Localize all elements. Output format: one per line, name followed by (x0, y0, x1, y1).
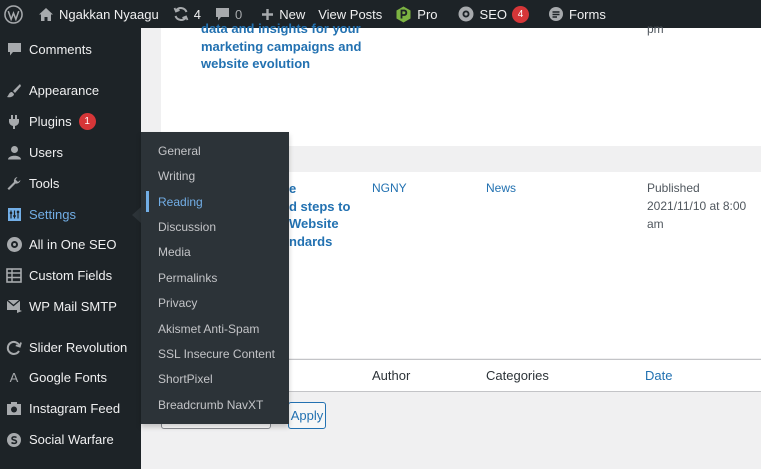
seo-gear-icon (457, 5, 475, 23)
settings-submenu: General Writing Reading Discussion Media… (141, 132, 289, 424)
sidebar-item-all-in-one-seo[interactable]: All in One SEO (0, 229, 141, 260)
submenu-item-general[interactable]: General (158, 138, 201, 163)
gear-icon (4, 236, 24, 253)
post-date-line-1: 2021/11/10 at 8:00 (647, 199, 747, 213)
home-icon (38, 7, 54, 22)
sidebar-item-label: Users (29, 145, 63, 160)
admin-sidebar: Comments Appearance Plugins 1 Users Tool… (0, 28, 141, 469)
submenu-item-media[interactable]: Media (158, 239, 191, 264)
sidebar-item-label: WP Mail SMTP (29, 299, 117, 314)
sidebar-item-users[interactable]: Users (0, 137, 141, 168)
user-icon (4, 145, 24, 160)
submenu-item-privacy[interactable]: Privacy (158, 290, 197, 315)
sidebar-item-label: Instagram Feed (29, 401, 121, 416)
forms-icon (548, 6, 564, 22)
forms-label: Forms (569, 6, 606, 22)
wrench-icon (4, 176, 24, 192)
wordpress-logo-icon (4, 4, 23, 24)
submenu-item-shortpixel[interactable]: ShortPixel (158, 366, 213, 391)
pro-label: Pro (417, 6, 438, 22)
pro-menu[interactable]: Pro (389, 0, 444, 28)
site-name: Ngakkan Nyaagu (59, 6, 159, 22)
sidebar-item-google-fonts[interactable]: A Google Fonts (0, 362, 141, 393)
social-icon (4, 432, 24, 448)
table-icon (4, 268, 24, 283)
sidebar-item-instagram-feed[interactable]: Instagram Feed (0, 393, 141, 424)
sidebar-item-comments[interactable]: Comments (0, 34, 141, 65)
plus-icon (261, 8, 274, 21)
plug-icon (4, 114, 24, 130)
updates-count: 4 (193, 6, 201, 22)
sidebar-item-label: Appearance (29, 83, 100, 98)
plugins-update-badge: 1 (78, 113, 96, 130)
sidebar-item-label: Slider Revolution (29, 340, 128, 355)
submenu-item-discussion[interactable]: Discussion (158, 214, 216, 239)
font-icon: A (9, 370, 19, 385)
current-item-indicator (146, 191, 149, 212)
sidebar-item-settings[interactable]: Settings (0, 199, 141, 230)
post-category-link[interactable]: News (486, 181, 516, 195)
post-date: pm (647, 22, 664, 36)
sidebar-item-appearance[interactable]: Appearance (0, 75, 141, 106)
sidebar-item-custom-fields[interactable]: Custom Fields (0, 260, 141, 291)
sidebar-item-label: Plugins (29, 114, 72, 129)
sidebar-item-label: Custom Fields (29, 268, 113, 283)
submenu-item-permalinks[interactable]: Permalinks (158, 265, 217, 290)
post-date: Published 2021/11/10 at 8:00 am (647, 179, 746, 233)
sidebar-item-label: Social Warfare (29, 432, 114, 447)
sidebar-item-label: Google Fonts (29, 370, 108, 385)
submenu-item-reading[interactable]: Reading (158, 189, 203, 214)
sidebar-item-tools[interactable]: Tools (0, 168, 141, 199)
forms-menu[interactable]: Forms (536, 0, 613, 28)
post-status: Published (647, 181, 700, 195)
sidebar-item-slider-revolution[interactable]: Slider Revolution (0, 332, 141, 363)
updates-icon (173, 6, 189, 22)
seo-menu[interactable]: SEO 4 (445, 0, 536, 28)
refresh-icon (4, 340, 24, 356)
post-date-line-2: am (647, 217, 664, 231)
post-title-link[interactable]: e d steps to Website ndards (289, 180, 350, 250)
paintbrush-icon (4, 83, 24, 99)
submenu-item-akismet[interactable]: Akismet Anti-Spam (158, 316, 259, 341)
wp-logo-menu[interactable] (0, 0, 30, 28)
sidebar-item-label: Tools (29, 176, 60, 191)
seo-notification-count: 4 (512, 5, 529, 23)
camera-icon (4, 401, 24, 416)
sidebar-item-social-warfare[interactable]: Social Warfare (0, 424, 141, 455)
apply-button[interactable]: Apply (288, 402, 326, 429)
table-row: data and insights for your marketing cam… (161, 21, 761, 146)
seo-label: SEO (479, 6, 507, 22)
author-column-header: Author (372, 368, 411, 383)
settings-icon (4, 207, 24, 222)
post-title-link[interactable]: data and insights for your marketing cam… (201, 20, 361, 73)
sidebar-item-label: All in One SEO (29, 237, 117, 252)
pro-logo-icon (395, 6, 412, 23)
sidebar-item-plugins[interactable]: Plugins 1 (0, 106, 141, 137)
sidebar-item-label: Settings (29, 207, 76, 222)
submenu-item-ssl-insecure-content[interactable]: SSL Insecure Content (158, 341, 275, 366)
categories-column-header: Categories (486, 368, 549, 383)
mail-icon (4, 299, 24, 314)
flyout-pointer (132, 207, 141, 223)
submenu-item-breadcrumb-navxt[interactable]: Breadcrumb NavXT (158, 392, 263, 417)
site-name-menu[interactable]: Ngakkan Nyaagu (30, 0, 166, 28)
submenu-item-writing[interactable]: Writing (158, 163, 195, 188)
post-author-link[interactable]: NGNY (372, 181, 407, 195)
sidebar-item-wp-mail-smtp[interactable]: WP Mail SMTP (0, 291, 141, 322)
date-column-header[interactable]: Date (645, 368, 672, 383)
comment-icon (4, 42, 24, 57)
sidebar-item-label: Comments (29, 42, 92, 57)
